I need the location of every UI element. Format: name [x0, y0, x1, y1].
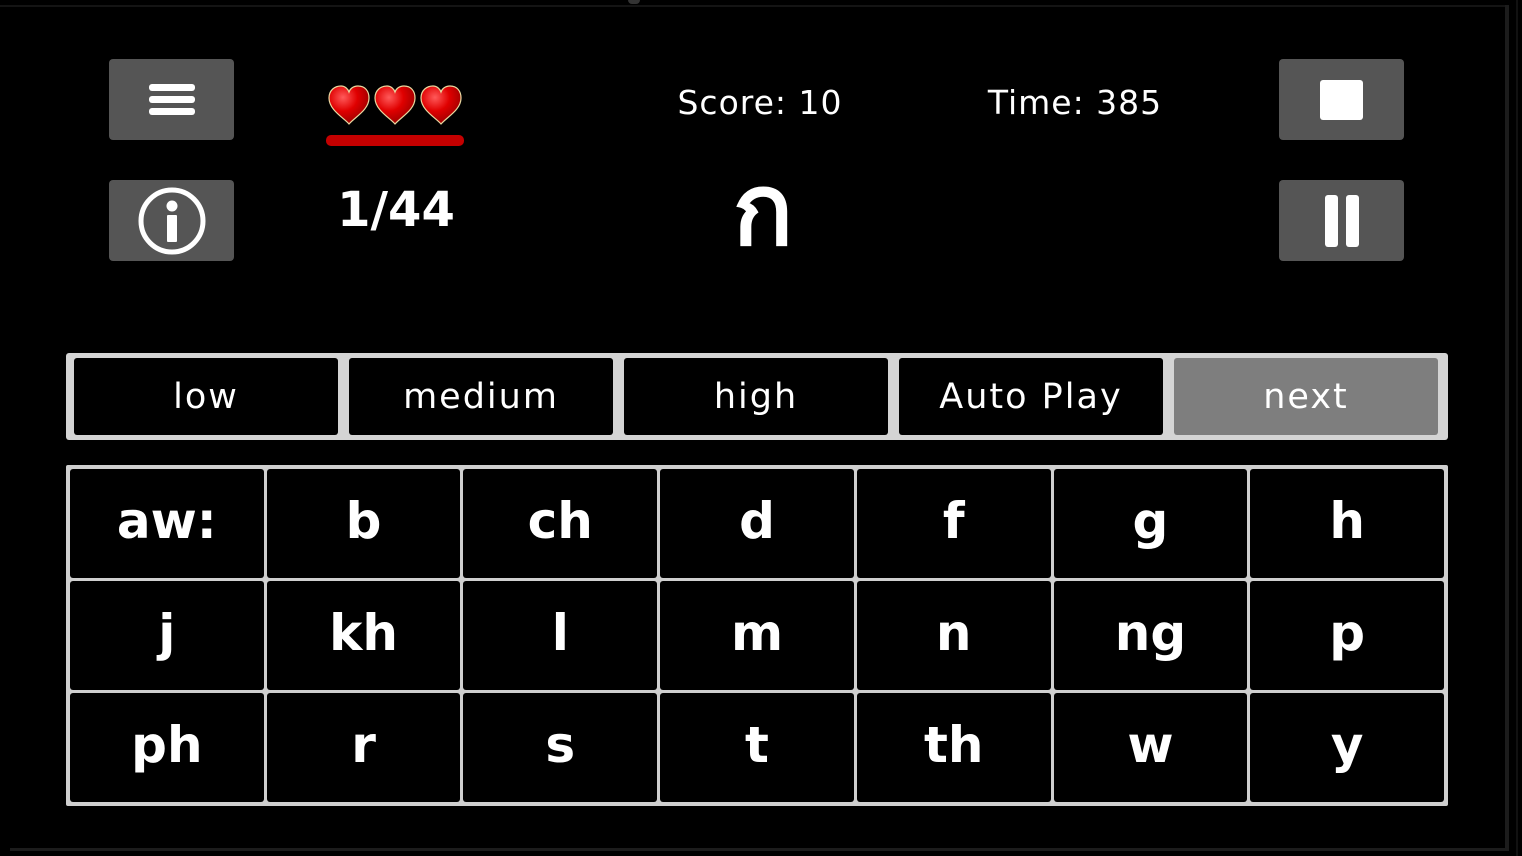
- mode-medium-button[interactable]: medium: [349, 358, 613, 435]
- question-progress: 1/44: [337, 182, 455, 238]
- mode-selector: low medium high Auto Play next: [66, 353, 1448, 440]
- key-aw[interactable]: aw:: [70, 469, 264, 578]
- key-t[interactable]: t: [660, 693, 854, 802]
- key-p[interactable]: p: [1250, 581, 1444, 690]
- score-label: Score: 10: [677, 83, 843, 122]
- heart-icon: [374, 85, 416, 125]
- key-kh[interactable]: kh: [266, 581, 461, 690]
- key-w[interactable]: w: [1053, 693, 1248, 802]
- life-bar: [326, 135, 464, 146]
- frame-edge-right: [1516, 0, 1518, 856]
- mode-low-button[interactable]: low: [74, 358, 338, 435]
- lives-hearts: [326, 83, 464, 127]
- key-g[interactable]: g: [1053, 469, 1248, 578]
- key-f[interactable]: f: [856, 469, 1051, 578]
- next-button[interactable]: next: [1174, 358, 1438, 435]
- key-d[interactable]: d: [660, 469, 854, 578]
- heart-icon: [328, 85, 370, 125]
- key-b[interactable]: b: [266, 469, 461, 578]
- answer-keyboard: aw: b ch d f g h j kh l m n ng p ph r s …: [66, 465, 1448, 806]
- key-h[interactable]: h: [1250, 469, 1444, 578]
- key-s[interactable]: s: [463, 693, 658, 802]
- mode-high-button[interactable]: high: [624, 358, 888, 435]
- auto-play-button[interactable]: Auto Play: [899, 358, 1163, 435]
- stop-square-icon: [1320, 79, 1363, 120]
- heart-icon: [420, 85, 462, 125]
- time-label: Time: 385: [987, 83, 1163, 122]
- key-l[interactable]: l: [463, 581, 658, 690]
- stop-button[interactable]: [1279, 59, 1404, 140]
- key-y[interactable]: y: [1250, 693, 1444, 802]
- camera-notch: [628, 0, 640, 4]
- key-ng[interactable]: ng: [1053, 581, 1248, 690]
- key-n[interactable]: n: [856, 581, 1051, 690]
- key-ch[interactable]: ch: [463, 469, 658, 578]
- key-j[interactable]: j: [70, 581, 264, 690]
- info-circle-icon: [138, 187, 205, 254]
- key-th[interactable]: th: [856, 693, 1051, 802]
- pause-button[interactable]: [1279, 180, 1404, 261]
- key-ph[interactable]: ph: [70, 693, 264, 802]
- key-m[interactable]: m: [660, 581, 854, 690]
- menu-button[interactable]: [109, 59, 234, 140]
- current-thai-character: ก: [732, 151, 794, 268]
- pause-icon: [1324, 194, 1359, 247]
- info-button[interactable]: [109, 180, 234, 261]
- game-screen: 1/44 Score: 10 Time: 385 ก low medium hi…: [0, 0, 1522, 856]
- frame-border-top: [0, 5, 1509, 7]
- hamburger-menu-icon: [148, 84, 195, 115]
- frame-border-bottom: [10, 848, 1509, 851]
- key-r[interactable]: r: [266, 693, 461, 802]
- frame-border-right: [1505, 5, 1509, 851]
